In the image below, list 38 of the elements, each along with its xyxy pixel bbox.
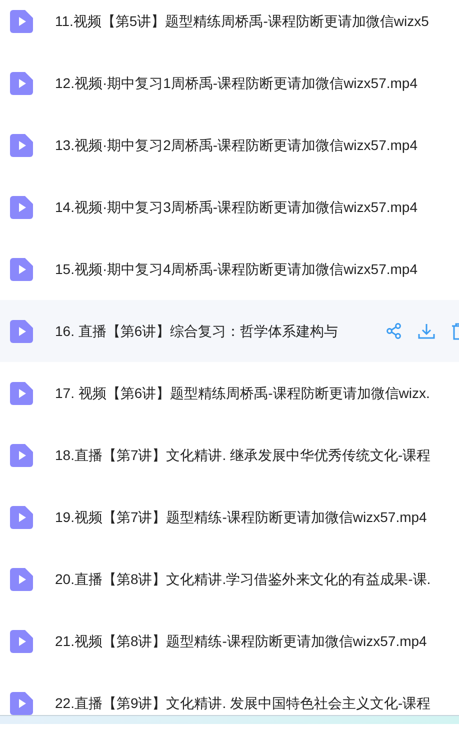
video-file-icon (10, 382, 33, 404)
file-name: 14.视频·期中复习3周桥禹-课程防断更请加微信wizx57.mp4 (55, 198, 418, 217)
file-name: 13.视频·期中复习2周桥禹-课程防断更请加微信wizx57.mp4 (55, 136, 418, 155)
file-row[interactable]: 18.直播【第7讲】文化精讲. 继承发展中华优秀传统文化-课程 (0, 424, 459, 486)
file-name: 12.视频·期中复习1周桥禹-课程防断更请加微信wizx57.mp4 (55, 74, 418, 93)
file-name: 19.视频【第7讲】题型精练-课程防断更请加微信wizx57.mp4 (55, 508, 427, 527)
video-file-icon (10, 692, 33, 714)
file-name: 21.视频【第8讲】题型精练-课程防断更请加微信wizx57.mp4 (55, 632, 427, 651)
file-row[interactable]: 11.视频【第5讲】题型精练周桥禹-课程防断更请加微信wizx5 (0, 0, 459, 52)
video-file-icon (10, 630, 33, 652)
file-name: 22.直播【第9讲】文化精讲. 发展中国特色社会主义文化-课程 (55, 694, 431, 712)
video-file-icon (10, 506, 33, 528)
file-row[interactable]: 17. 视频【第6讲】题型精练周桥禹-课程防断更请加微信wizx. (0, 362, 459, 424)
video-file-icon (10, 320, 33, 342)
file-name: 15.视频·期中复习4周桥禹-课程防断更请加微信wizx57.mp4 (55, 260, 418, 279)
video-file-icon (10, 10, 33, 32)
file-row[interactable]: 22.直播【第9讲】文化精讲. 发展中国特色社会主义文化-课程 (0, 672, 459, 734)
file-row[interactable]: 13.视频·期中复习2周桥禹-课程防断更请加微信wizx57.mp4 (0, 114, 459, 176)
video-file-icon (10, 444, 33, 466)
file-row[interactable]: 15.视频·期中复习4周桥禹-课程防断更请加微信wizx57.mp4 (0, 238, 459, 300)
file-row[interactable]: 16. 直播【第6讲】综合复习：哲学体系建构与 (0, 300, 459, 362)
file-name: 16. 直播【第6讲】综合复习：哲学体系建构与 (55, 322, 338, 340)
video-file-icon (10, 134, 33, 156)
file-name: 18.直播【第7讲】文化精讲. 继承发展中华优秀传统文化-课程 (55, 446, 431, 464)
video-file-icon (10, 72, 33, 94)
download-icon[interactable] (418, 322, 435, 340)
share-icon[interactable] (386, 323, 402, 339)
file-row[interactable]: 21.视频【第8讲】题型精练-课程防断更请加微信wizx57.mp4 (0, 610, 459, 672)
file-row[interactable]: 14.视频·期中复习3周桥禹-课程防断更请加微信wizx57.mp4 (0, 176, 459, 238)
file-row[interactable]: 19.视频【第7讲】题型精练-课程防断更请加微信wizx57.mp4 (0, 486, 459, 548)
video-file-icon (10, 568, 33, 590)
file-name: 11.视频【第5讲】题型精练周桥禹-课程防断更请加微信wizx5 (55, 12, 429, 30)
file-row[interactable]: 12.视频·期中复习1周桥禹-课程防断更请加微信wizx57.mp4 (0, 52, 459, 114)
file-row[interactable]: 20.直播【第8讲】文化精讲.学习借鉴外来文化的有益成果-课. (0, 548, 459, 610)
video-file-icon (10, 196, 33, 218)
file-name: 20.直播【第8讲】文化精讲.学习借鉴外来文化的有益成果-课. (55, 570, 431, 588)
video-file-icon (10, 258, 33, 280)
file-name: 17. 视频【第6讲】题型精练周桥禹-课程防断更请加微信wizx. (55, 384, 430, 402)
